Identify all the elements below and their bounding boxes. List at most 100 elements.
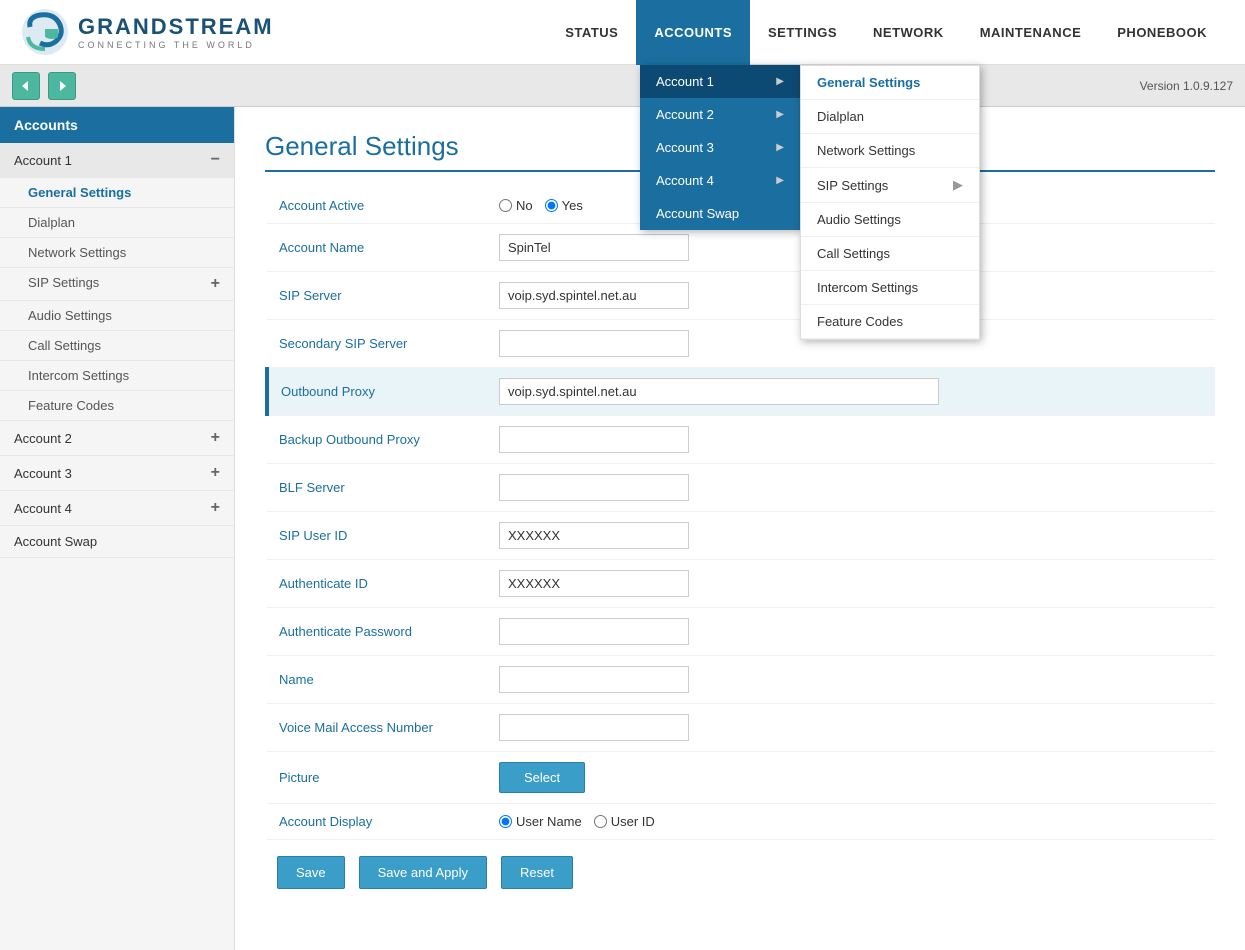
dropdown-account4-chevron: ▶ [776,175,784,186]
submenu-feature-codes-label: Feature Codes [817,314,903,329]
submenu-network-settings[interactable]: Network Settings [801,134,979,168]
input-sip-server[interactable] [499,282,689,309]
dropdown-account4[interactable]: Account 4 ▶ [640,164,800,197]
nav-network[interactable]: NETWORK [855,0,962,65]
radio-no-input[interactable] [499,199,512,212]
input-backup-proxy[interactable] [499,426,689,453]
sidebar-item-account-swap[interactable]: Account Swap [0,526,234,558]
dropdown-account1-chevron: ▶ [776,76,784,87]
sidebar-sub-call-settings-label: Call Settings [28,338,101,353]
sidebar-sub-feature-codes[interactable]: Feature Codes [0,391,234,421]
label-blf-server: BLF Server [267,464,487,512]
radio-username[interactable]: User Name [499,814,582,829]
sidebar-item-account3[interactable]: Account 3 + [0,456,234,491]
dropdown-account1[interactable]: Account 1 ▶ [640,65,800,98]
form-row-auth-id: Authenticate ID [267,560,1215,608]
grandstream-logo-icon [20,7,70,57]
submenu-sip-settings[interactable]: SIP Settings ▶ [801,168,979,203]
value-name [487,656,1215,704]
collapse-icon-account1: − [211,151,220,169]
form-row-auth-password: Authenticate Password [267,608,1215,656]
submenu-audio-settings-label: Audio Settings [817,212,901,227]
sidebar: Accounts Account 1 − General Settings Di… [0,107,235,950]
sidebar-sub-network-settings[interactable]: Network Settings [0,238,234,268]
input-auth-password[interactable] [499,618,689,645]
input-outbound-proxy[interactable] [499,378,939,405]
value-sip-user-id [487,512,1215,560]
nav-accounts[interactable]: ACCOUNTS [636,0,750,65]
nav-phonebook[interactable]: PHONEBOOK [1099,0,1225,65]
sidebar-item-account4[interactable]: Account 4 + [0,491,234,526]
input-sip-user-id[interactable] [499,522,689,549]
label-account-display: Account Display [267,804,487,840]
radio-no[interactable]: No [499,198,533,213]
save-button[interactable]: Save [277,856,345,889]
sidebar-sub-audio-settings[interactable]: Audio Settings [0,301,234,331]
expand-icon-sip: + [211,275,220,293]
radio-userid-label: User ID [611,814,655,829]
dropdown-account1-label: Account 1 [656,74,714,89]
radio-account-display: User Name User ID [499,814,1203,829]
input-account-name[interactable] [499,234,689,261]
dropdown-account3-label: Account 3 [656,140,714,155]
dropdown-account-swap[interactable]: Account Swap [640,197,800,230]
reset-button[interactable]: Reset [501,856,573,889]
submenu-general-settings-label: General Settings [817,75,920,90]
sidebar-sub-network-settings-label: Network Settings [28,245,126,260]
submenu-dialplan[interactable]: Dialplan [801,100,979,134]
sidebar-sub-feature-codes-label: Feature Codes [28,398,114,413]
accounts-dropdown: Account 1 ▶ Account 2 ▶ Account 3 ▶ Acco… [640,65,800,230]
input-voicemail[interactable] [499,714,689,741]
sidebar-sub-call-settings[interactable]: Call Settings [0,331,234,361]
radio-userid[interactable]: User ID [594,814,655,829]
sidebar-sub-intercom-settings-label: Intercom Settings [28,368,129,383]
input-auth-id[interactable] [499,570,689,597]
select-picture-button[interactable]: Select [499,762,585,793]
submenu-feature-codes[interactable]: Feature Codes [801,305,979,339]
input-blf-server[interactable] [499,474,689,501]
brand-tagline: CONNECTING THE WORLD [78,40,274,50]
submenu-call-settings[interactable]: Call Settings [801,237,979,271]
main-layout: Accounts Account 1 − General Settings Di… [0,107,1245,950]
dropdown-account-swap-label: Account Swap [656,206,739,221]
sidebar-sub-intercom-settings[interactable]: Intercom Settings [0,361,234,391]
sidebar-sub-general-settings[interactable]: General Settings [0,178,234,208]
form-row-sip-server: SIP Server [267,272,1215,320]
value-picture: Select [487,752,1215,804]
radio-username-input[interactable] [499,815,512,828]
expand-icon-account3: + [211,464,220,482]
submenu-general-settings[interactable]: General Settings [801,66,979,100]
label-auth-password: Authenticate Password [267,608,487,656]
sidebar-item-account1[interactable]: Account 1 − [0,143,234,178]
nav-status[interactable]: STATUS [547,0,636,65]
nav-settings[interactable]: SETTINGS [750,0,855,65]
submenu-intercom-settings[interactable]: Intercom Settings [801,271,979,305]
form-row-outbound-proxy: Outbound Proxy [267,368,1215,416]
radio-userid-input[interactable] [594,815,607,828]
value-account-display: User Name User ID [487,804,1215,840]
accounts-submenu: General Settings Dialplan Network Settin… [800,65,980,340]
dropdown-account2[interactable]: Account 2 ▶ [640,98,800,131]
label-voicemail: Voice Mail Access Number [267,704,487,752]
input-name[interactable] [499,666,689,693]
input-secondary-sip[interactable] [499,330,689,357]
sidebar-header: Accounts [0,107,234,143]
dropdown-account3[interactable]: Account 3 ▶ [640,131,800,164]
toolbar-btn-forward[interactable] [48,72,76,100]
radio-yes[interactable]: Yes [545,198,583,213]
toolbar-btn-back[interactable] [12,72,40,100]
sidebar-sub-dialplan[interactable]: Dialplan [0,208,234,238]
sidebar-sub-sip-settings[interactable]: SIP Settings + [0,268,234,301]
header: GRANDSTREAM CONNECTING THE WORLD STATUS … [0,0,1245,65]
sidebar-item-account-swap-label: Account Swap [14,534,97,549]
label-auth-id: Authenticate ID [267,560,487,608]
save-apply-button[interactable]: Save and Apply [359,856,487,889]
radio-yes-input[interactable] [545,199,558,212]
form-row-sip-user-id: SIP User ID [267,512,1215,560]
nav-maintenance[interactable]: MAINTENANCE [962,0,1100,65]
submenu-audio-settings[interactable]: Audio Settings [801,203,979,237]
form-row-picture: Picture Select [267,752,1215,804]
sidebar-item-account2[interactable]: Account 2 + [0,421,234,456]
value-auth-password [487,608,1215,656]
form-row-account-display: Account Display User Name User ID [267,804,1215,840]
